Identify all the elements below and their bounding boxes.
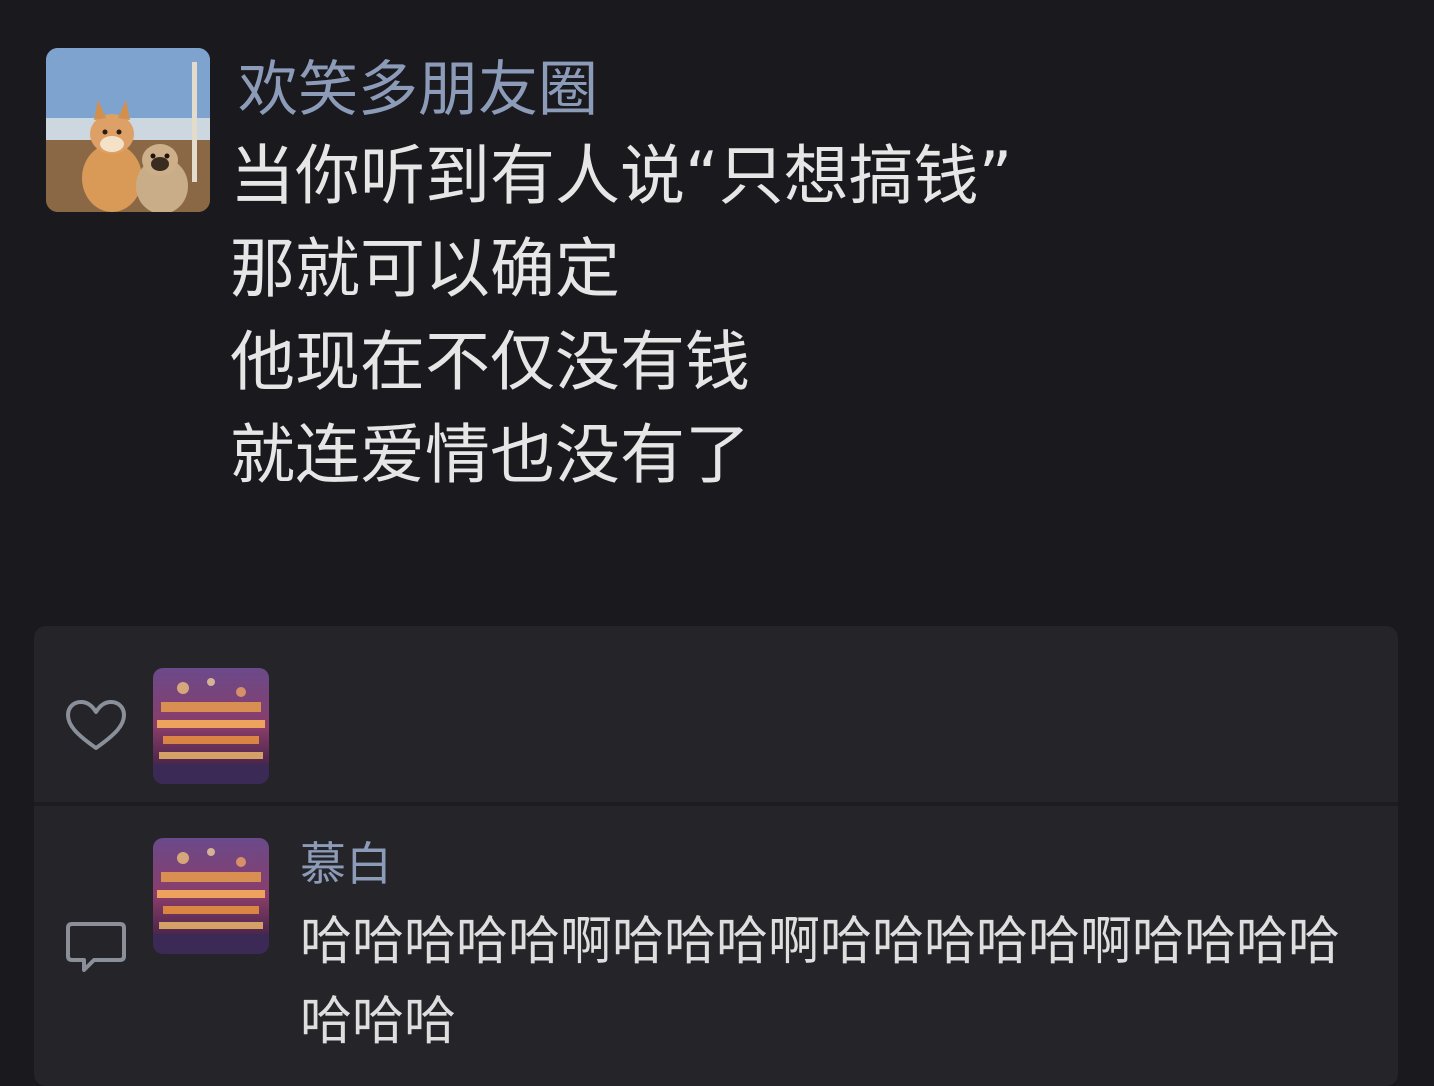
post-author-avatar[interactable] (46, 48, 210, 212)
post-text: 当你听到有人说“只想搞钱” 那就可以确定 他现在不仅没有钱 就连爱情也没有了 (230, 130, 1012, 502)
post-line: 就连爱情也没有了 (230, 418, 751, 493)
post-line: 当你听到有人说“只想搞钱” (230, 139, 1013, 214)
commenter-avatar[interactable] (153, 838, 269, 954)
comment-text[interactable]: 哈哈哈哈哈啊哈哈哈啊哈哈哈哈哈啊哈哈哈哈哈哈哈 (300, 902, 1360, 1062)
comment-bubble-icon (66, 922, 126, 972)
divider (34, 802, 1398, 806)
city-lights-photo (153, 668, 269, 784)
post-line: 那就可以确定 (230, 232, 621, 307)
commenter-name[interactable]: 慕白 (300, 834, 392, 894)
liker-avatar[interactable] (153, 668, 269, 784)
heart-outline-icon (66, 700, 126, 750)
dogs-photo (46, 48, 210, 212)
post-author-name[interactable]: 欢笑多朋友圈 (238, 52, 598, 128)
post-line: 他现在不仅没有钱 (230, 325, 751, 400)
city-lights-photo (153, 838, 269, 954)
